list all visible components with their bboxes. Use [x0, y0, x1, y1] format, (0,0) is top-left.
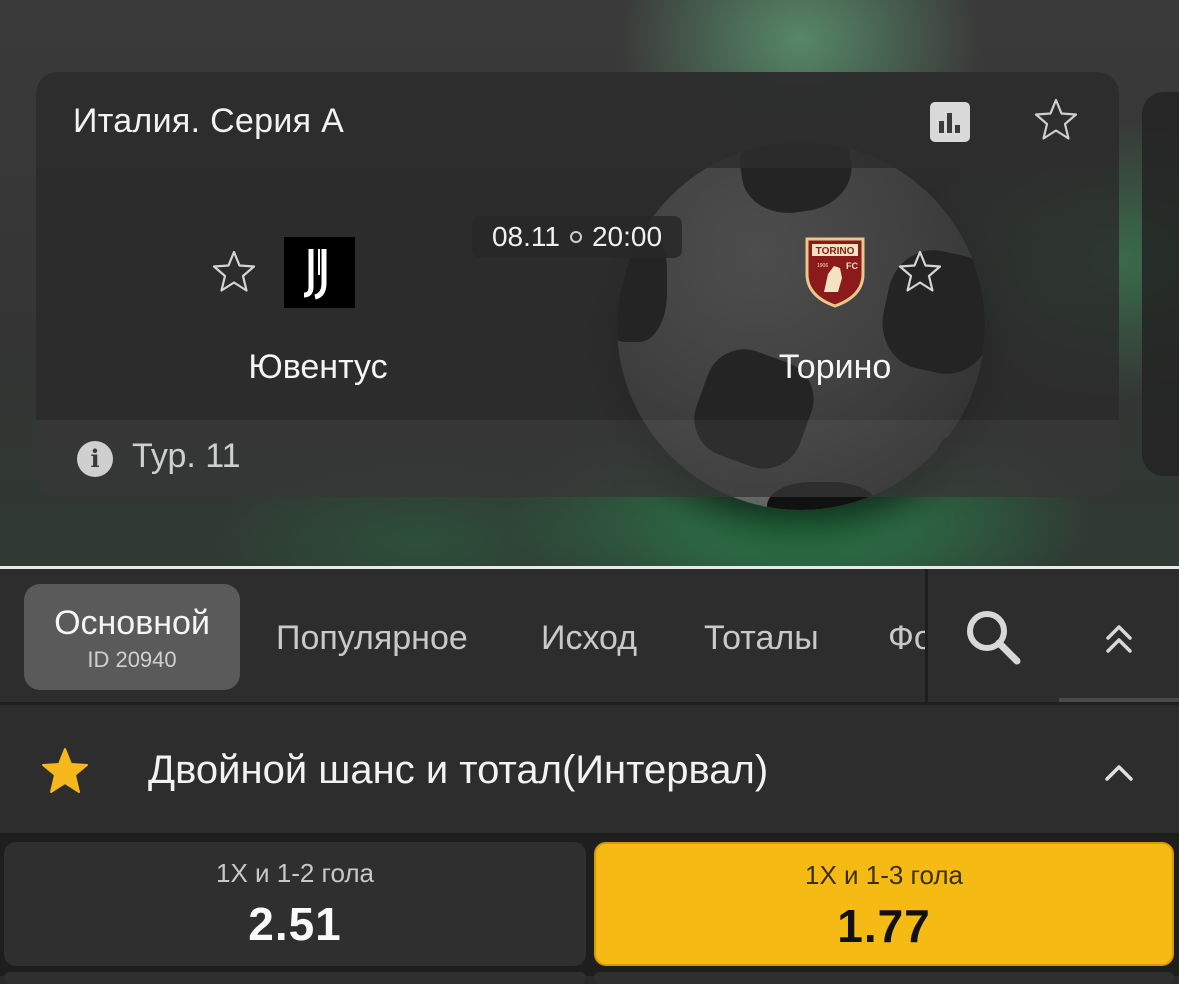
- tab-handicaps[interactable]: Форы: [888, 619, 926, 658]
- svg-text:TORINO: TORINO: [816, 246, 855, 257]
- odd-button-next-row[interactable]: [594, 972, 1174, 984]
- tabs-divider: [925, 569, 928, 702]
- tab-main[interactable]: Основной ID 20940: [24, 584, 240, 690]
- separator-dot-icon: [569, 231, 582, 243]
- odd-button-next-row[interactable]: [4, 972, 586, 984]
- tab-totals[interactable]: Тоталы: [704, 619, 819, 658]
- match-card[interactable]: Италия. Серия А 08.11 20:00 Ювентус TORI…: [36, 72, 1119, 497]
- odd-value: 1.77: [837, 900, 931, 952]
- market-header[interactable]: Двойной шанс и тотал(Интервал): [0, 708, 1179, 836]
- away-team-name: Торино: [778, 348, 892, 386]
- chevron-up-icon[interactable]: [1102, 758, 1136, 786]
- tab-popular[interactable]: Популярное: [276, 619, 468, 658]
- match-date: 08.11: [491, 221, 560, 252]
- star-outline-icon[interactable]: [896, 248, 944, 296]
- match-card-footer: i Тур. 11: [36, 420, 1119, 497]
- tab-outcome[interactable]: Исход: [541, 619, 637, 658]
- torino-logo: TORINO 1906 FC: [804, 236, 866, 308]
- odd-label: 1X и 1-3 гола: [804, 860, 963, 890]
- svg-text:1906: 1906: [817, 263, 828, 269]
- next-event-card-peek[interactable]: [1142, 92, 1179, 476]
- tabs-scroll: Популярное Исход Тоталы Форы: [240, 569, 926, 702]
- odd-button-selected[interactable]: 1X и 1-3 гола 1.77: [594, 842, 1174, 966]
- double-chevron-up-icon[interactable]: [1100, 620, 1138, 658]
- search-icon[interactable]: [962, 606, 1024, 668]
- odd-button[interactable]: 1X и 1-2 гола 2.51: [4, 842, 586, 966]
- star-filled-icon[interactable]: [40, 746, 90, 796]
- odds-grid: 1X и 1-2 гола 2.51 1X и 1-3 гола 1.77: [0, 836, 1179, 984]
- event-hero: Италия. Серия А 08.11 20:00 Ювентус TORI…: [0, 0, 1179, 568]
- juventus-logo: [284, 237, 355, 308]
- match-time: 20:00: [591, 221, 663, 252]
- home-team-name: Ювентус: [248, 348, 388, 386]
- match-card-header: Италия. Серия А: [36, 72, 1119, 168]
- market-title: Двойной шанс и тотал(Интервал): [148, 748, 769, 792]
- tab-underline: [1059, 698, 1179, 702]
- tab-main-label: Основной: [54, 604, 210, 642]
- odd-value: 2.51: [248, 898, 342, 950]
- match-datetime: 08.11 20:00: [472, 216, 682, 258]
- svg-text:FC: FC: [846, 261, 858, 271]
- odd-label: 1X и 1-2 гола: [215, 858, 374, 888]
- star-outline-icon[interactable]: [210, 248, 258, 296]
- league-title: Италия. Серия А: [73, 102, 345, 140]
- bar-chart-icon[interactable]: [930, 102, 970, 142]
- match-card-body: 08.11 20:00 Ювентус TORINO 1906 FC Торин…: [36, 168, 1119, 420]
- info-icon[interactable]: i: [77, 441, 113, 477]
- star-outline-icon[interactable]: [1032, 96, 1080, 144]
- event-id: ID 20940: [87, 647, 177, 672]
- round-label: Тур. 11: [132, 437, 241, 475]
